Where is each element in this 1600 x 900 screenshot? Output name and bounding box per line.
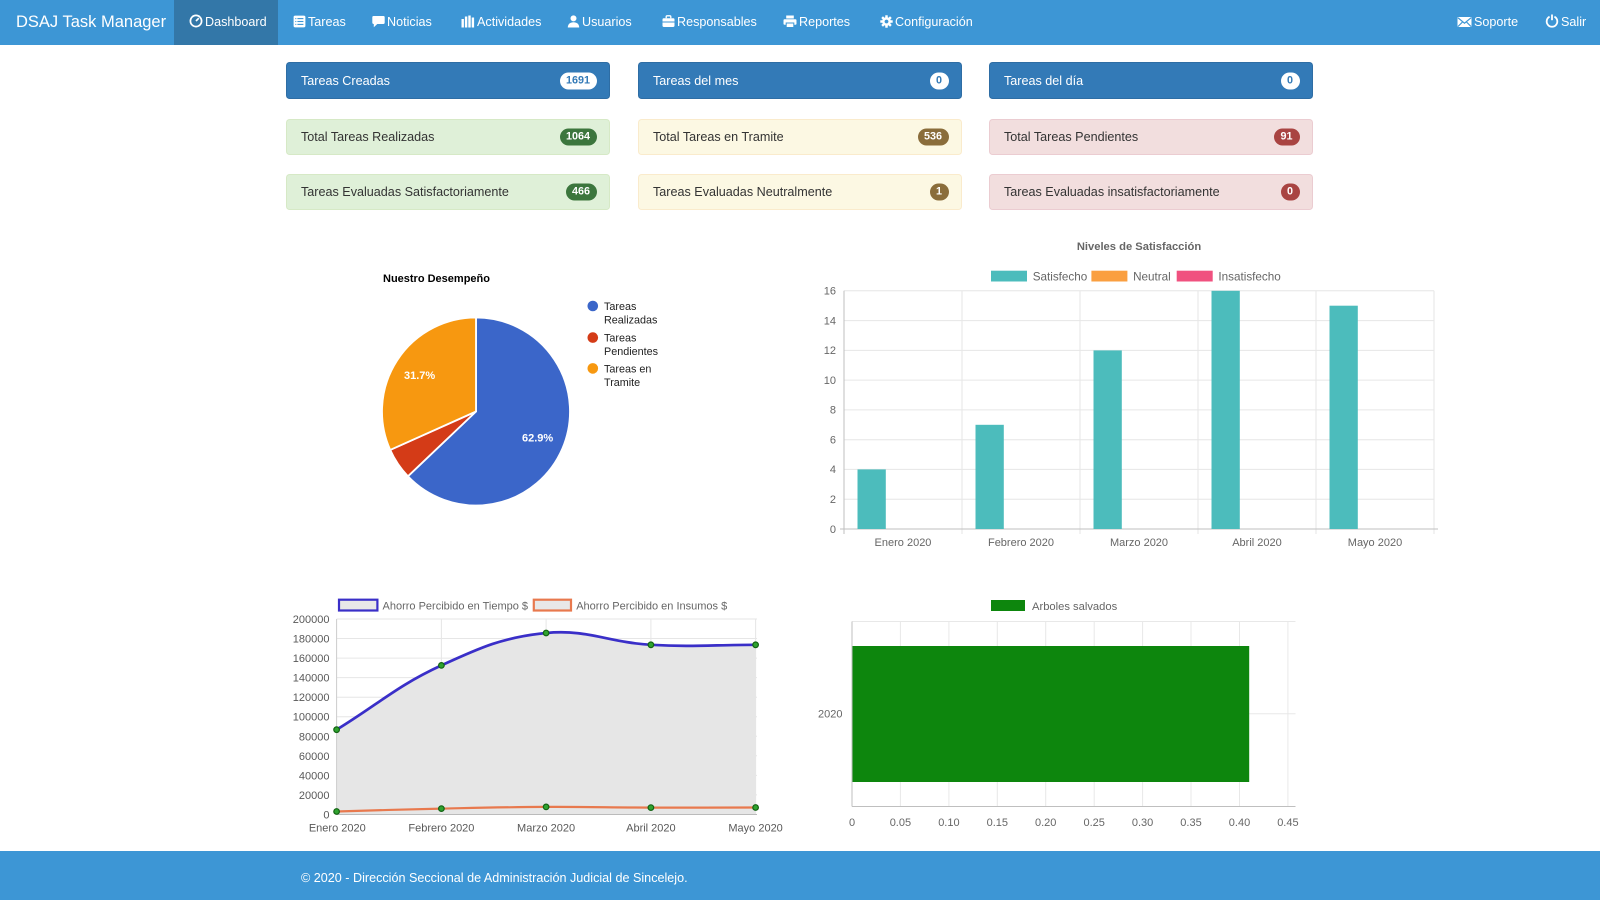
svg-text:2: 2 xyxy=(830,494,836,506)
svg-text:Neutral: Neutral xyxy=(1133,271,1171,284)
svg-text:0.40: 0.40 xyxy=(1229,817,1250,829)
svg-text:120000: 120000 xyxy=(293,692,330,704)
svg-text:0.10: 0.10 xyxy=(938,817,959,829)
svg-text:8: 8 xyxy=(830,405,836,417)
svg-text:0: 0 xyxy=(323,810,329,822)
svg-text:Tramite: Tramite xyxy=(604,377,640,389)
svg-text:Niveles de Satisfacción: Niveles de Satisfacción xyxy=(1077,241,1202,253)
svg-text:0.25: 0.25 xyxy=(1083,817,1104,829)
svg-text:0.45: 0.45 xyxy=(1277,817,1298,829)
svg-text:4: 4 xyxy=(830,464,836,476)
svg-text:0.20: 0.20 xyxy=(1035,817,1056,829)
svg-text:6: 6 xyxy=(830,435,836,447)
svg-text:160000: 160000 xyxy=(293,653,330,665)
svg-text:140000: 140000 xyxy=(293,673,330,685)
svg-text:60000: 60000 xyxy=(299,751,330,763)
svg-text:Febrero 2020: Febrero 2020 xyxy=(408,823,474,835)
svg-text:100000: 100000 xyxy=(293,712,330,724)
svg-text:Satisfecho: Satisfecho xyxy=(1033,271,1088,284)
svg-text:Febrero 2020: Febrero 2020 xyxy=(988,537,1054,549)
svg-text:10: 10 xyxy=(824,375,836,387)
svg-text:0: 0 xyxy=(830,524,836,536)
svg-text:Abril 2020: Abril 2020 xyxy=(626,823,676,835)
svg-text:31.7%: 31.7% xyxy=(404,370,435,382)
svg-text:80000: 80000 xyxy=(299,731,330,743)
svg-text:Mayo 2020: Mayo 2020 xyxy=(1348,537,1402,549)
svg-text:12: 12 xyxy=(824,345,836,357)
svg-text:Nuestro Desempeño: Nuestro Desempeño xyxy=(383,273,490,285)
svg-text:Abril 2020: Abril 2020 xyxy=(1232,537,1282,549)
svg-text:Insatisfecho: Insatisfecho xyxy=(1218,271,1281,284)
svg-text:Marzo 2020: Marzo 2020 xyxy=(1110,537,1168,549)
svg-text:Tareas: Tareas xyxy=(604,333,637,345)
svg-text:Mayo 2020: Mayo 2020 xyxy=(728,823,782,835)
svg-text:180000: 180000 xyxy=(293,634,330,646)
svg-text:Ahorro Percibido en Insumos $: Ahorro Percibido en Insumos $ xyxy=(576,601,727,613)
svg-text:2020: 2020 xyxy=(818,709,842,721)
svg-text:40000: 40000 xyxy=(299,770,330,782)
svg-text:20000: 20000 xyxy=(299,790,330,802)
svg-text:Arboles salvados: Arboles salvados xyxy=(1032,601,1118,613)
svg-text:0.30: 0.30 xyxy=(1132,817,1153,829)
svg-text:62.9%: 62.9% xyxy=(522,433,553,445)
svg-text:0.35: 0.35 xyxy=(1180,817,1201,829)
svg-text:0: 0 xyxy=(849,817,855,829)
svg-text:Realizadas: Realizadas xyxy=(604,315,658,327)
svg-text:Enero 2020: Enero 2020 xyxy=(309,823,366,835)
svg-text:Pendientes: Pendientes xyxy=(604,346,659,358)
svg-text:200000: 200000 xyxy=(293,614,330,626)
svg-text:Ahorro Percibido en Tiempo $: Ahorro Percibido en Tiempo $ xyxy=(383,601,529,613)
svg-text:14: 14 xyxy=(824,315,836,327)
svg-text:Marzo 2020: Marzo 2020 xyxy=(517,823,575,835)
svg-text:16: 16 xyxy=(824,286,836,298)
svg-text:0.15: 0.15 xyxy=(987,817,1008,829)
svg-text:0.05: 0.05 xyxy=(890,817,911,829)
svg-text:Tareas en: Tareas en xyxy=(604,363,651,375)
svg-text:Tareas: Tareas xyxy=(604,301,637,313)
svg-text:Enero 2020: Enero 2020 xyxy=(875,537,932,549)
